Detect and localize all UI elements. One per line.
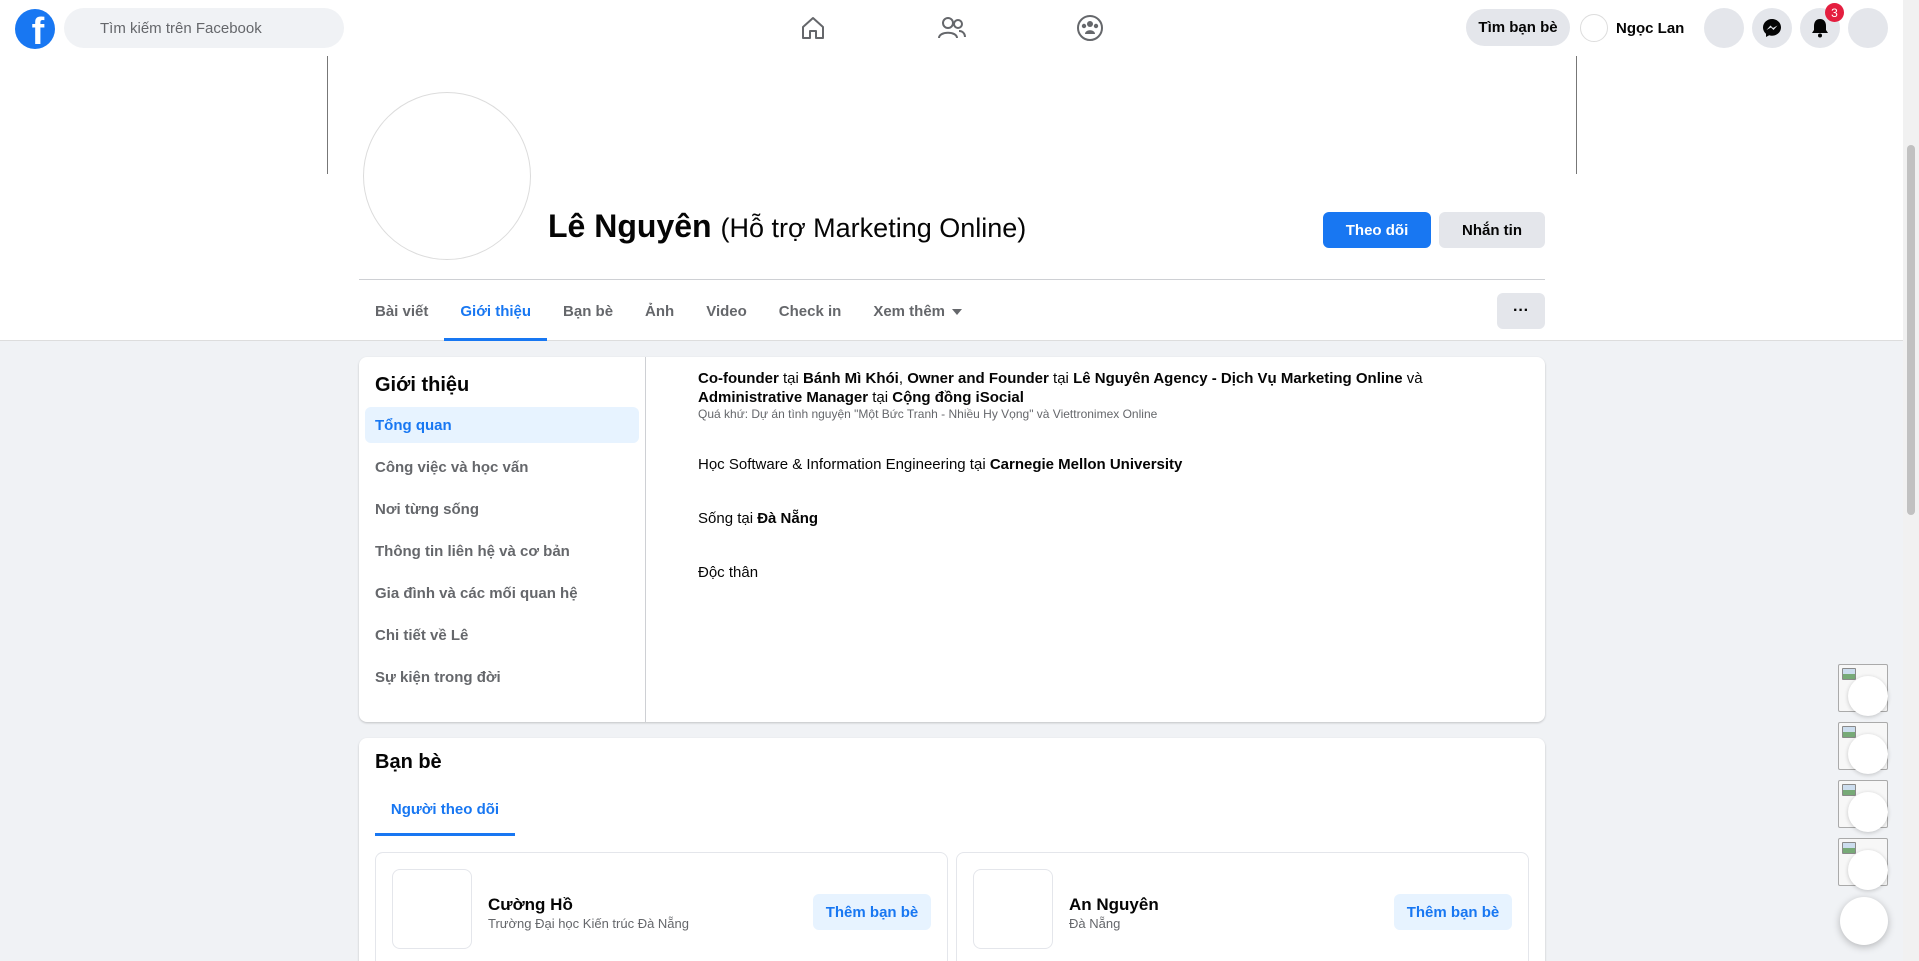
tab-more-label: Xem thêm [873, 303, 946, 320]
friend-name[interactable]: An Nguyên [1069, 895, 1159, 915]
profile-picture[interactable] [363, 92, 531, 260]
friend-name[interactable]: Cường Hồ [488, 895, 573, 915]
tab-friends[interactable]: Bạn bè [547, 282, 629, 341]
work-role: Co-founder [698, 370, 779, 387]
tab-more[interactable]: Xem thêm [857, 282, 978, 341]
chat-head-avatar [1848, 734, 1888, 774]
top-navigation-bar: f Tìm kiếm trên Facebook Tìm bạn bè Ngọc… [0, 0, 1903, 56]
chat-head-avatar [1848, 676, 1888, 716]
friend-card: An Nguyên Đà Nẵng Thêm bạn bè [956, 852, 1529, 961]
about-sidebar: Giới thiệu Tổng quan Công việc và học vấ… [359, 357, 646, 722]
chat-head[interactable] [1838, 838, 1888, 890]
work-item: Co-founder tại Bánh Mì Khói, Owner and F… [698, 369, 1498, 422]
home-icon[interactable] [797, 12, 829, 44]
chat-head-avatar [1848, 792, 1888, 832]
friend-photo[interactable] [973, 869, 1053, 949]
new-message-button[interactable] [1840, 897, 1888, 945]
profile-header: Lê Nguyên (Hỗ trợ Marketing Online) Theo… [0, 56, 1903, 341]
work-sep: , [898, 370, 908, 387]
message-button[interactable]: Nhắn tin [1439, 212, 1545, 248]
friend-card: Cường Hồ Trường Đại học Kiến trúc Đà Nẵn… [375, 852, 948, 961]
tab-video[interactable]: Video [690, 282, 763, 341]
page-scrollbar[interactable] [1903, 0, 1919, 961]
education-prefix: Học Software & Information Engineering t… [698, 456, 990, 473]
cover-border-left [327, 56, 328, 174]
work-org[interactable]: Bánh Mì Khói [803, 370, 899, 387]
tab-photos[interactable]: Ảnh [629, 282, 690, 341]
add-friend-button[interactable]: Thêm bạn bè [813, 894, 931, 930]
friend-detail: Đà Nẵng [1069, 916, 1121, 931]
cover-border-right [1576, 56, 1577, 174]
find-friends-button[interactable]: Tìm bạn bè [1466, 9, 1570, 46]
bell-icon [1812, 19, 1828, 38]
header-divider [359, 279, 1545, 280]
about-overview: Co-founder tại Bánh Mì Khói, Owner and F… [698, 369, 1498, 582]
chat-head[interactable] [1838, 780, 1888, 832]
work-and: và [1402, 370, 1423, 387]
about-nav-contact[interactable]: Thông tin liên hệ và cơ bản [365, 533, 639, 569]
user-name: Ngọc Lan [1616, 19, 1685, 37]
menu-icon[interactable] [1704, 8, 1744, 48]
about-title: Giới thiệu [375, 374, 470, 396]
work-role: Administrative Manager [698, 389, 869, 406]
scrollbar-thumb[interactable] [1907, 145, 1915, 515]
lives-item: Sống tại Đà Nẵng [698, 509, 1498, 528]
education-item: Học Software & Information Engineering t… [698, 455, 1498, 474]
chat-head[interactable] [1838, 664, 1888, 716]
education-school[interactable]: Carnegie Mellon University [990, 456, 1183, 473]
work-org[interactable]: Cộng đồng iSocial [892, 389, 1024, 406]
friend-photo[interactable] [392, 869, 472, 949]
more-options-icon: ··· [1513, 302, 1529, 319]
tab-check-in[interactable]: Check in [763, 282, 858, 341]
work-past: Quá khứ: Dự án tình nguyện "Một Bức Tran… [698, 407, 1158, 421]
caret-down-icon [952, 308, 963, 315]
work-at: tại [1048, 370, 1074, 387]
work-at: tại [778, 370, 804, 387]
facebook-logo-icon[interactable]: f [15, 9, 55, 49]
about-nav-work-education[interactable]: Công việc và học vấn [365, 449, 639, 485]
notifications-button[interactable]: 3 [1800, 3, 1844, 48]
follow-button[interactable]: Theo dõi [1323, 212, 1431, 248]
account-icon[interactable] [1848, 8, 1888, 48]
find-friends-label: Tìm bạn bè [1478, 19, 1558, 36]
work-role: Owner and Founder [907, 370, 1049, 387]
search-placeholder: Tìm kiếm trên Facebook [100, 19, 262, 37]
profile-name: Lê Nguyên (Hỗ trợ Marketing Online) [548, 208, 1026, 245]
tab-about[interactable]: Giới thiệu [444, 282, 547, 341]
friends-card: Bạn bè Người theo dõi Cường Hồ Trường Đạ… [359, 738, 1545, 961]
profile-name-text: Lê Nguyên [548, 208, 712, 244]
lives-prefix: Sống tại [698, 510, 758, 527]
chat-head[interactable] [1838, 722, 1888, 774]
groups-icon[interactable] [1074, 12, 1106, 44]
tab-followers[interactable]: Người theo dõi [375, 786, 515, 836]
about-card: Giới thiệu Tổng quan Công việc và học vấ… [359, 357, 1545, 722]
work-org[interactable]: Lê Nguyên Agency - Dịch Vụ Marketing Onl… [1073, 370, 1403, 387]
profile-shortcut[interactable]: Ngọc Lan [1580, 12, 1684, 44]
tab-posts[interactable]: Bài viết [359, 282, 444, 341]
notification-badge: 3 [1825, 3, 1844, 22]
about-nav-life-events[interactable]: Sự kiện trong đời [365, 659, 639, 695]
message-label: Nhắn tin [1462, 221, 1522, 239]
about-nav-details[interactable]: Chi tiết về Lê [365, 617, 639, 653]
about-nav: Tổng quan Công việc và học vấn Nơi từng … [365, 407, 639, 695]
friends-icon[interactable] [936, 12, 968, 44]
about-nav-family[interactable]: Gia đình và các mối quan hệ [365, 575, 639, 611]
friend-detail: Trường Đại học Kiến trúc Đà Nẵng [488, 916, 689, 931]
messenger-icon[interactable] [1752, 8, 1792, 48]
follow-label: Theo dõi [1345, 221, 1409, 239]
work-at: tại [868, 389, 893, 406]
relationship-item: Độc thân [698, 564, 759, 581]
avatar [1580, 14, 1608, 42]
profile-tabs: Bài viết Giới thiệu Bạn bè Ảnh Video Che… [359, 282, 978, 341]
add-friend-button[interactable]: Thêm bạn bè [1394, 894, 1512, 930]
lives-city[interactable]: Đà Nẵng [757, 510, 818, 527]
chat-head-avatar [1848, 850, 1888, 890]
friends-title: Bạn bè [375, 751, 442, 773]
search-input[interactable]: Tìm kiếm trên Facebook [64, 8, 344, 48]
profile-alternate-name: (Hỗ trợ Marketing Online) [720, 213, 1027, 243]
about-nav-overview[interactable]: Tổng quan [365, 407, 639, 443]
about-nav-places[interactable]: Nơi từng sống [365, 491, 639, 527]
more-options-button[interactable]: ··· [1497, 293, 1545, 329]
